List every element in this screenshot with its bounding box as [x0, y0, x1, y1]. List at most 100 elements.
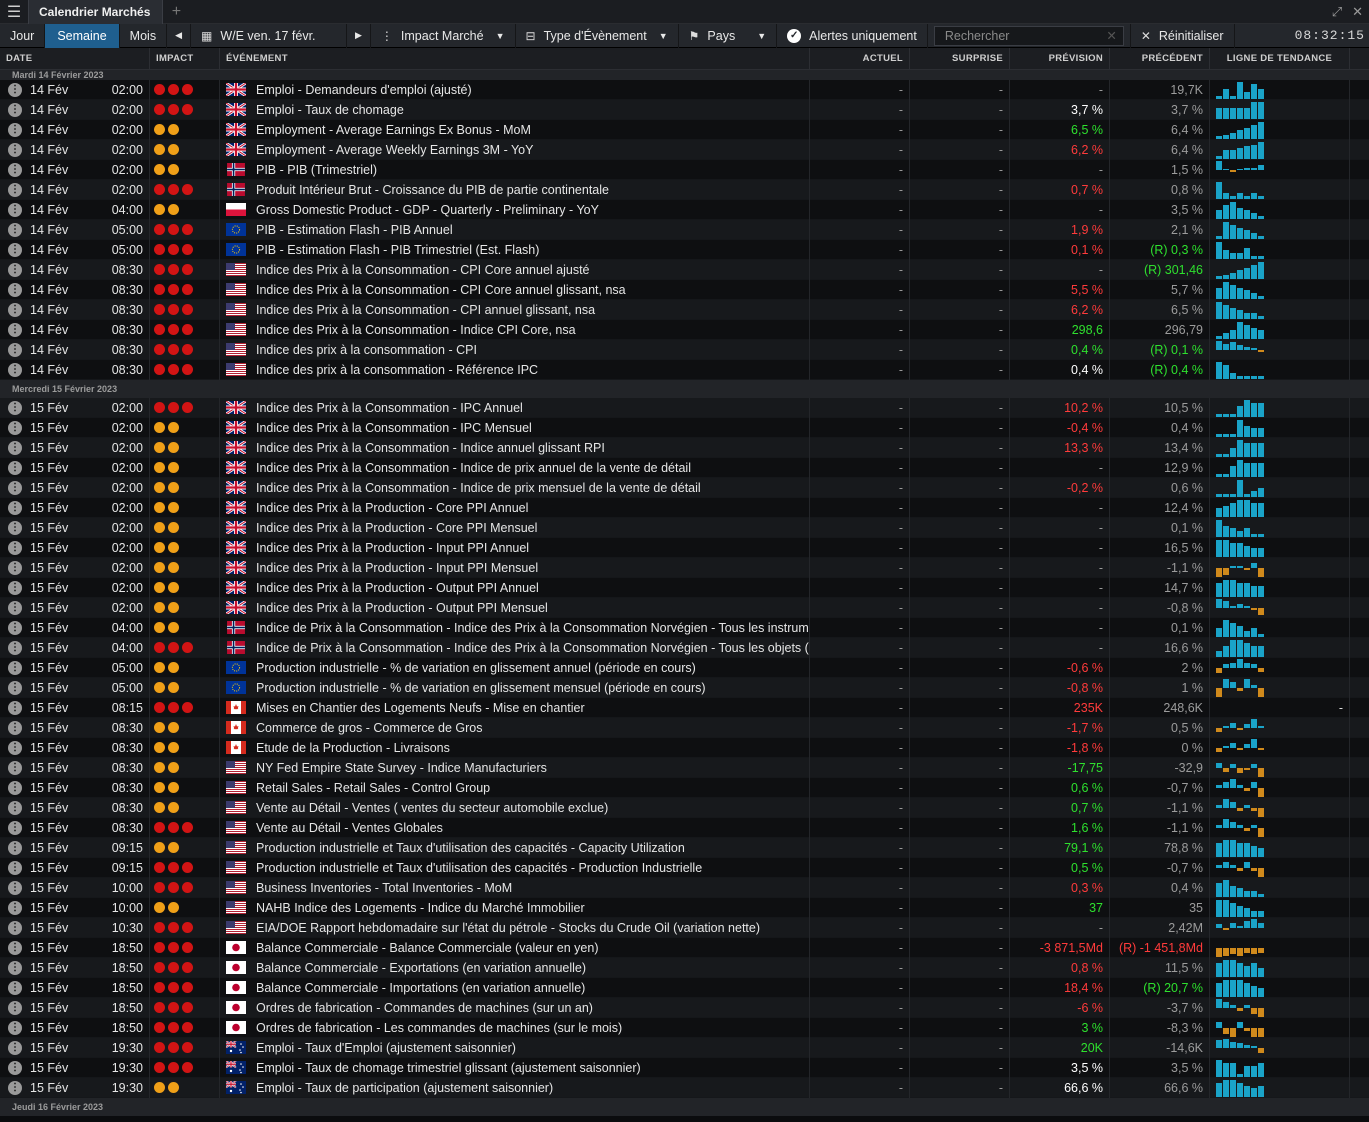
col-forecast[interactable]: PRÉVISION: [1010, 47, 1110, 70]
event-name[interactable]: PIB - PIB (Trimestriel): [256, 163, 377, 177]
event-name[interactable]: Indice des Prix à la Production - Core P…: [256, 501, 528, 515]
prev-period-button[interactable]: ◀: [167, 23, 191, 48]
info-icon[interactable]: ⋮: [8, 182, 22, 197]
info-icon[interactable]: ⋮: [8, 540, 22, 555]
table-row[interactable]: ⋮ 15 Fév 05:00 Production industrielle - % …: [0, 657, 1369, 678]
clear-search-icon[interactable]: ✕: [1106, 28, 1116, 43]
info-icon[interactable]: ⋮: [8, 980, 22, 995]
col-actual[interactable]: ACTUEL: [810, 47, 910, 70]
table-row[interactable]: ⋮ 15 Fév 04:00 Indice de Prix à la Consomma…: [0, 637, 1369, 658]
event-name[interactable]: Indice des Prix à la Consommation - Indi…: [256, 441, 605, 455]
event-name[interactable]: Emploi - Taux de chomage: [256, 103, 404, 117]
event-name[interactable]: Emploi - Taux de participation (ajusteme…: [256, 1081, 553, 1095]
event-name[interactable]: Indice de Prix à la Consommation - Indic…: [256, 621, 809, 635]
event-name[interactable]: Employment - Average Weekly Earnings 3M …: [256, 143, 533, 157]
add-tab-icon[interactable]: +: [163, 3, 189, 21]
info-icon[interactable]: ⋮: [8, 800, 22, 815]
col-surprise[interactable]: SURPRISE: [910, 47, 1010, 70]
col-date[interactable]: DATE: [0, 47, 150, 70]
info-icon[interactable]: ⋮: [8, 1080, 22, 1095]
event-name[interactable]: Indice des Prix à la Production - Input …: [256, 541, 529, 555]
info-icon[interactable]: ⋮: [8, 660, 22, 675]
table-row[interactable]: ⋮ 15 Fév 02:00 Indice des Prix à la Consomm…: [0, 477, 1369, 498]
event-name[interactable]: Indice des Prix à la Production - Input …: [256, 561, 538, 575]
info-icon[interactable]: ⋮: [8, 740, 22, 755]
tab-calendrier[interactable]: Calendrier Marchés: [28, 0, 164, 24]
info-icon[interactable]: ⋮: [8, 940, 22, 955]
table-row[interactable]: ⋮ 14 Fév 02:00 PIB - PIB (Trimestriel) - - - 1,…: [0, 159, 1369, 180]
alerts-toggle[interactable]: ✓ Alertes uniquement: [777, 23, 928, 48]
table-row[interactable]: ⋮ 14 Fév 05:00 PIB - Estimation Flash - PIB…: [0, 239, 1369, 260]
event-name[interactable]: Ordres de fabrication - Commandes de mac…: [256, 1001, 593, 1015]
table-row[interactable]: ⋮ 15 Fév 02:00 Indice des Prix à la Consomm…: [0, 397, 1369, 418]
event-name[interactable]: Indice des prix à la consommation - CPI: [256, 343, 477, 357]
event-name[interactable]: Indice des Prix à la Consommation - CPI …: [256, 263, 590, 277]
info-icon[interactable]: ⋮: [8, 342, 22, 357]
table-row[interactable]: ⋮ 14 Fév 08:30 Indice des Prix à la Consomm…: [0, 279, 1369, 300]
table-row[interactable]: ⋮ 14 Fév 08:30 Indice des prix à la consomm…: [0, 359, 1369, 380]
table-row[interactable]: ⋮ 15 Fév 08:30 Etude de la Production - Liv…: [0, 737, 1369, 758]
event-name[interactable]: Indice des Prix à la Consommation - Indi…: [256, 481, 701, 495]
event-name[interactable]: Indice des Prix à la Consommation - IPC …: [256, 401, 523, 415]
next-period-button[interactable]: ▶: [347, 23, 371, 48]
table-row[interactable]: ⋮ 15 Fév 18:50 Balance Commerciale - Import…: [0, 977, 1369, 998]
event-name[interactable]: Production industrielle et Taux d'utilis…: [256, 841, 685, 855]
info-icon[interactable]: ⋮: [8, 302, 22, 317]
event-name[interactable]: Indice de Prix à la Consommation - Indic…: [256, 641, 809, 655]
event-name[interactable]: Commerce de gros - Commerce de Gros: [256, 721, 482, 735]
table-row[interactable]: ⋮ 15 Fév 08:30 Vente au Détail - Ventes ( v…: [0, 797, 1369, 818]
info-icon[interactable]: ⋮: [8, 440, 22, 455]
table-row[interactable]: ⋮ 15 Fév 02:00 Indice des Prix à la Consomm…: [0, 457, 1369, 478]
event-name[interactable]: Emploi - Taux d'Emploi (ajustement saiso…: [256, 1041, 516, 1055]
info-icon[interactable]: ⋮: [8, 680, 22, 695]
info-icon[interactable]: ⋮: [8, 420, 22, 435]
info-icon[interactable]: ⋮: [8, 640, 22, 655]
info-icon[interactable]: ⋮: [8, 960, 22, 975]
expand-icon[interactable]: ⤢: [1332, 4, 1342, 20]
info-icon[interactable]: ⋮: [8, 400, 22, 415]
table-row[interactable]: ⋮ 14 Fév 02:00 Emploi - Taux de chomage - - 3,…: [0, 99, 1369, 120]
info-icon[interactable]: ⋮: [8, 620, 22, 635]
info-icon[interactable]: ⋮: [8, 700, 22, 715]
country-filter[interactable]: ⚑ Pays ▼: [679, 23, 778, 48]
event-name[interactable]: Indice des Prix à la Consommation - Indi…: [256, 323, 576, 337]
table-row[interactable]: ⋮ 15 Fév 19:30 Emploi - Taux d'Emploi (ajus…: [0, 1037, 1369, 1058]
event-name[interactable]: Balance Commerciale - Exportations (en v…: [256, 961, 586, 975]
info-icon[interactable]: ⋮: [8, 202, 22, 217]
week-button[interactable]: Semaine: [45, 23, 120, 48]
period-selector[interactable]: ▦ W/E ven. 17 févr.: [191, 23, 347, 48]
table-row[interactable]: ⋮ 14 Fév 02:00 Emploi - Demandeurs d'emploi…: [0, 79, 1369, 100]
info-icon[interactable]: ⋮: [8, 242, 22, 257]
table-row[interactable]: ⋮ 15 Fév 02:00 Indice des Prix à la Product…: [0, 597, 1369, 618]
info-icon[interactable]: ⋮: [8, 122, 22, 137]
event-name[interactable]: Balance Commerciale - Importations (en v…: [256, 981, 585, 995]
col-previous[interactable]: PRÉCÉDENT: [1110, 47, 1210, 70]
event-name[interactable]: Etude de la Production - Livraisons: [256, 741, 450, 755]
info-icon[interactable]: ⋮: [8, 920, 22, 935]
table-row[interactable]: ⋮ 14 Fév 02:00 Produit Intérieur Brut - Cro…: [0, 179, 1369, 200]
table-row[interactable]: ⋮ 15 Fév 10:00 NAHB Indice des Logements - …: [0, 897, 1369, 918]
event-name[interactable]: Retail Sales - Retail Sales - Control Gr…: [256, 781, 490, 795]
info-icon[interactable]: ⋮: [8, 1040, 22, 1055]
event-name[interactable]: Indice des Prix à la Consommation - IPC …: [256, 421, 532, 435]
event-name[interactable]: Balance Commerciale - Balance Commercial…: [256, 941, 599, 955]
day-button[interactable]: Jour: [0, 23, 46, 48]
info-icon[interactable]: ⋮: [8, 262, 22, 277]
info-icon[interactable]: ⋮: [8, 720, 22, 735]
event-name[interactable]: PIB - Estimation Flash - PIB Trimestriel…: [256, 243, 539, 257]
event-name[interactable]: Ordres de fabrication - Les commandes de…: [256, 1021, 622, 1035]
table-row[interactable]: ⋮ 15 Fév 08:30 Commerce de gros - Commerce …: [0, 717, 1369, 738]
table-row[interactable]: ⋮ 15 Fév 05:00 Production industrielle - % …: [0, 677, 1369, 698]
event-name[interactable]: Production industrielle - % de variation…: [256, 661, 696, 675]
info-icon[interactable]: ⋮: [8, 600, 22, 615]
event-name[interactable]: NAHB Indice des Logements - Indice du Ma…: [256, 901, 585, 915]
table-row[interactable]: ⋮ 14 Fév 05:00 PIB - Estimation Flash - PIB…: [0, 219, 1369, 240]
event-name[interactable]: Vente au Détail - Ventes Globales: [256, 821, 443, 835]
event-name[interactable]: Indice des Prix à la Production - Output…: [256, 601, 548, 615]
table-row[interactable]: ⋮ 15 Fév 18:50 Balance Commerciale - Balanc…: [0, 937, 1369, 958]
table-row[interactable]: ⋮ 15 Fév 09:15 Production industrielle et T…: [0, 857, 1369, 878]
table-row[interactable]: ⋮ 14 Fév 02:00 Employment - Average Earning…: [0, 119, 1369, 140]
event-name[interactable]: Indice des Prix à la Consommation - CPI …: [256, 303, 595, 317]
info-icon[interactable]: ⋮: [8, 162, 22, 177]
info-icon[interactable]: ⋮: [8, 820, 22, 835]
